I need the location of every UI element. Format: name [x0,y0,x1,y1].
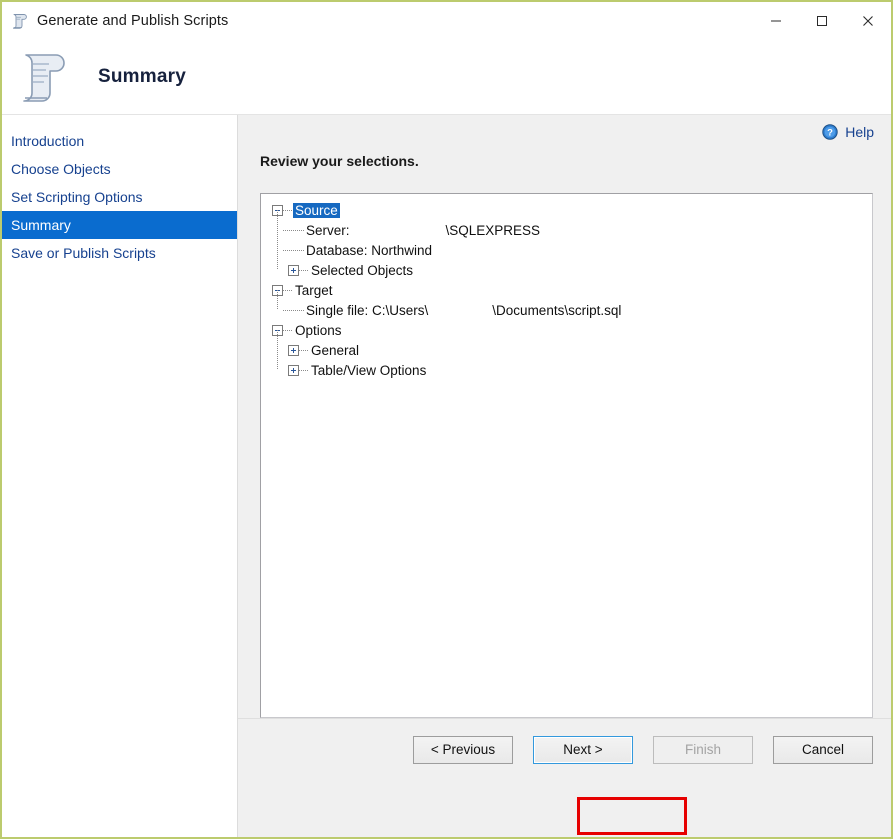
tree-connector [283,229,304,231]
tree-row[interactable]: Database: Northwind [261,230,872,260]
sidebar-item-save-or-publish-scripts[interactable]: Save or Publish Scripts [2,239,237,267]
tree-value-single-file: \Documents\script.sql [492,302,622,318]
dialog-footer: < Previous Next > Finish Cancel [238,718,891,780]
page-header: Summary [2,40,891,114]
tree-label-database: Database: Northwind [306,242,433,258]
dialog-window: Generate and Publish Scripts Summary Int… [0,0,893,839]
tree-row[interactable]: Target [261,280,872,300]
cancel-button-label: Cancel [801,742,845,757]
next-button-label: Next > [563,742,603,757]
summary-tree[interactable]: Source Server: \SQLEXPRESS Database: Nor… [260,193,873,718]
help-question-icon: ? [822,124,838,140]
tree-label-source: Source [293,202,340,218]
page-title: Summary [98,66,186,87]
tree-toggle-plus-icon[interactable] [288,344,299,356]
tree-toggle-plus-icon[interactable] [288,264,299,276]
script-scroll-large-icon [16,47,72,107]
cancel-button[interactable]: Cancel [773,735,873,764]
svg-text:?: ? [827,128,833,139]
maximize-icon[interactable] [799,2,845,40]
tree-row[interactable]: Single file: C:\Users\ \Documents\script… [261,290,872,320]
tree-connector [283,209,293,211]
tree-connector [283,249,304,251]
previous-button-label: < Previous [430,742,496,757]
tree-label-options: Options [295,322,342,338]
tree-row[interactable]: Server: \SQLEXPRESS [261,210,872,240]
tree-connector [299,369,309,371]
tree-connector [283,329,293,331]
tree-connector [299,269,309,271]
window-controls [753,2,891,40]
close-icon[interactable] [845,2,891,40]
tree-connector [283,309,304,311]
tree-label-table-view-options: Table/View Options [311,362,427,378]
script-scroll-icon [10,11,30,31]
next-button[interactable]: Next > [533,735,633,764]
tree-label-target: Target [295,282,333,298]
tree-connector [283,289,293,291]
help-label: Help [845,124,874,140]
sidebar-item-summary[interactable]: Summary [2,211,237,239]
finish-button[interactable]: Finish [653,735,753,764]
tree-row[interactable]: Table/View Options [261,350,872,380]
tree-label-selected-objects: Selected Objects [311,262,414,278]
sidebar-item-choose-objects[interactable]: Choose Objects [2,155,237,183]
previous-button[interactable]: < Previous [413,735,513,764]
tree-toggle-plus-icon[interactable] [288,364,299,376]
finish-button-label: Finish [684,742,721,757]
tree-row[interactable]: Options [261,320,872,340]
sidebar-item-introduction[interactable]: Introduction [2,127,237,155]
sidebar-item-set-scripting-options[interactable]: Set Scripting Options [2,183,237,211]
tree-value-server: \SQLEXPRESS [445,222,541,238]
tree-label-general: General [311,342,360,358]
help-row: ? Help [238,115,891,149]
tree-label-single-file: Single file: C:\Users\ [306,302,429,318]
window-title: Generate and Publish Scripts [37,13,229,29]
tree-row[interactable]: Source [261,200,872,220]
review-selections-label: Review your selections. [260,153,419,169]
content-panel: ? Help Review your selections. Source Se… [238,115,891,837]
tree-row[interactable]: Selected Objects [261,250,872,280]
tree-row[interactable]: General [261,330,872,360]
minimize-icon[interactable] [753,2,799,40]
tree-label-server: Server: [306,222,350,238]
help-link[interactable]: ? Help [822,124,874,140]
wizard-steps-sidebar: Introduction Choose Objects Set Scriptin… [2,115,238,837]
title-bar: Generate and Publish Scripts [2,2,891,40]
tree-connector [299,349,309,351]
dialog-body: Introduction Choose Objects Set Scriptin… [2,114,891,837]
